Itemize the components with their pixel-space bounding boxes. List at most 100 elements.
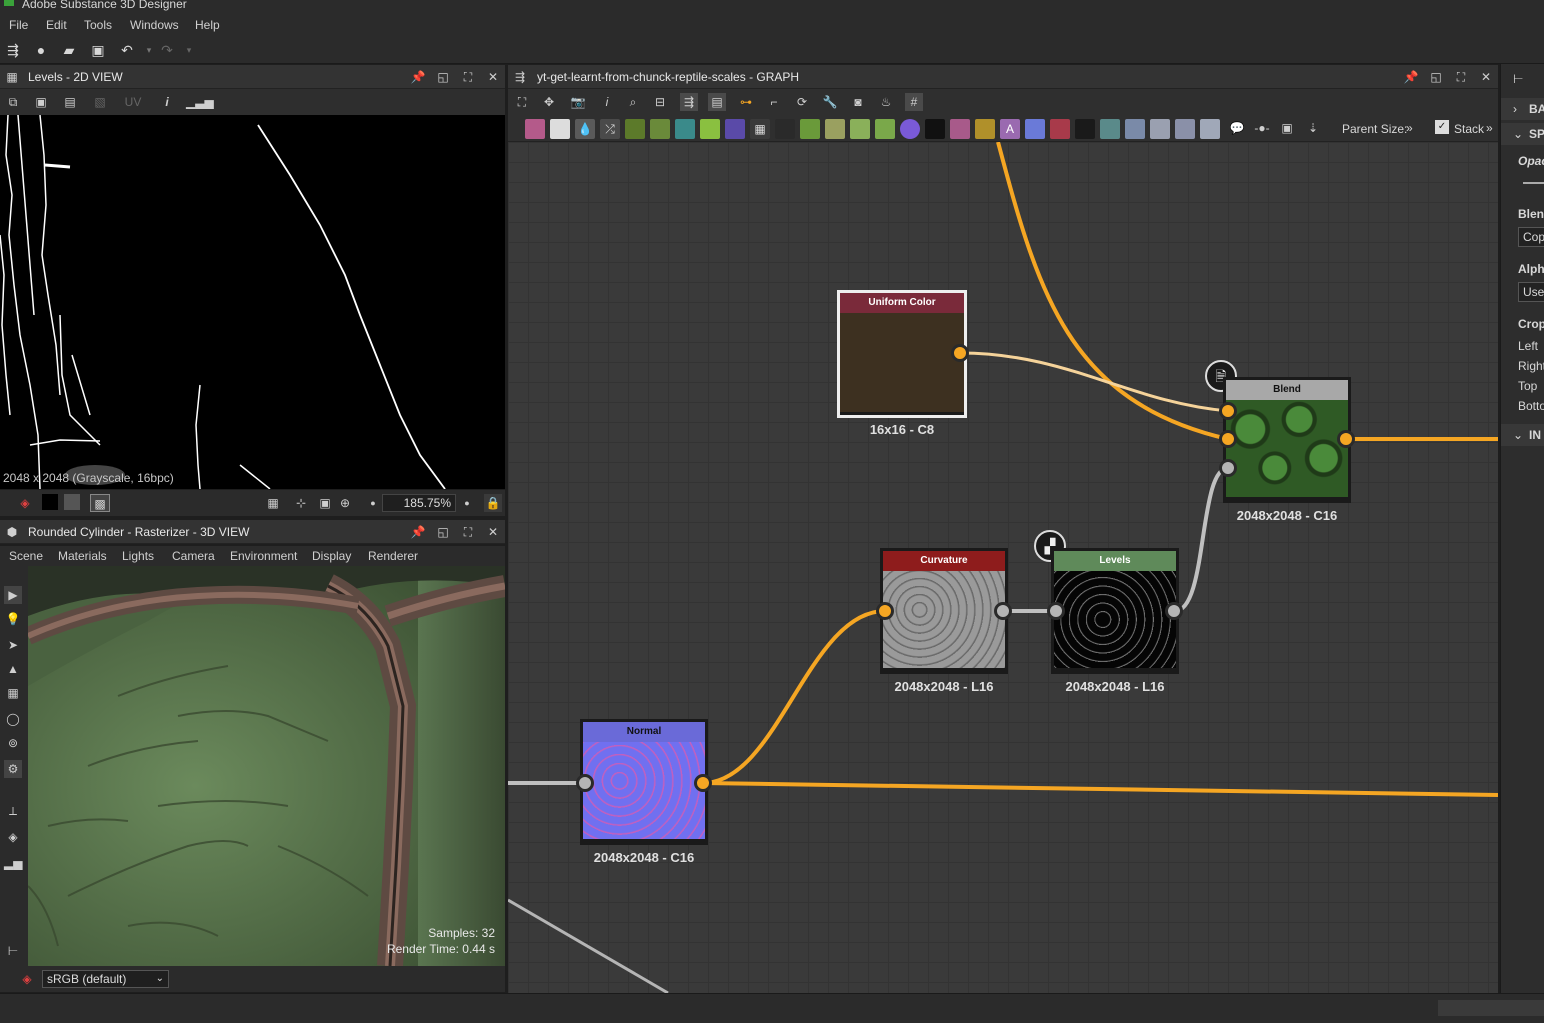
close-icon[interactable]: ✕ xyxy=(485,69,501,85)
layers-icon[interactable]: ◈ xyxy=(4,828,22,846)
menu-renderer[interactable]: Renderer xyxy=(368,549,418,563)
menu-scene[interactable]: Scene xyxy=(9,549,43,563)
view3d-canvas[interactable]: Samples: 32 Render Time: 0.44 s xyxy=(28,566,505,966)
sphere-icon[interactable]: ◯ xyxy=(4,710,22,728)
shape-atom-icon[interactable] xyxy=(975,119,995,139)
pixel-processor-icon[interactable] xyxy=(800,119,820,139)
comment-icon[interactable]: 💬 xyxy=(1228,119,1246,137)
redo-icon[interactable]: ↷ xyxy=(158,41,176,59)
lock-icon[interactable]: 🔒 xyxy=(484,494,502,512)
render-icon[interactable]: ▦ xyxy=(4,684,22,702)
frame-all-icon[interactable]: ⛶ xyxy=(513,93,531,111)
foreground-input-port[interactable] xyxy=(1219,402,1237,420)
menu-camera[interactable]: Camera xyxy=(172,549,215,563)
channels-icon[interactable]: ◈ xyxy=(16,494,34,512)
zoom-input[interactable]: 185.75% xyxy=(382,494,456,512)
grid-snap-icon[interactable]: # xyxy=(905,93,923,111)
pin-icon[interactable]: 📌 xyxy=(410,524,426,540)
maximize-icon[interactable]: ⛶ xyxy=(1453,69,1469,85)
emboss-atom-icon[interactable] xyxy=(950,119,970,139)
undo-dropdown-icon[interactable]: ▾ xyxy=(140,41,158,59)
menu-file[interactable]: File xyxy=(9,18,28,32)
mask-input-port[interactable] xyxy=(1219,459,1237,477)
menu-environment[interactable]: Environment xyxy=(230,549,297,563)
blend-mode-select[interactable]: Cop xyxy=(1518,227,1544,247)
node-blend[interactable]: Blend xyxy=(1223,377,1351,503)
curve-atom-icon[interactable] xyxy=(625,119,645,139)
input-port[interactable] xyxy=(576,774,594,792)
output-port[interactable] xyxy=(1165,602,1183,620)
settings-icon[interactable]: ⚙ xyxy=(4,760,22,778)
save-image-icon[interactable]: ▣ xyxy=(32,93,50,111)
rotate-light-icon[interactable]: ⊚ xyxy=(4,734,22,752)
comment-frame-icon[interactable]: ▤ xyxy=(708,93,726,111)
wire[interactable] xyxy=(702,609,886,785)
menu-materials[interactable]: Materials xyxy=(58,549,107,563)
search-icon[interactable]: ⌕ xyxy=(624,93,642,111)
pan-icon[interactable]: ✥ xyxy=(540,93,558,111)
wire[interactable] xyxy=(702,781,1498,797)
menu-tools[interactable]: Tools xyxy=(84,18,112,32)
graph-canvas[interactable]: Uniform Color 16x16 - C8 🗎 Blend 2048x20… xyxy=(508,142,1498,993)
display-icon[interactable]: ◙ xyxy=(849,93,867,111)
stack-checkbox[interactable]: ✓ xyxy=(1435,120,1449,134)
output-port[interactable] xyxy=(1337,430,1355,448)
zoom-in-icon[interactable]: ● xyxy=(458,494,476,512)
levels-atom-icon[interactable] xyxy=(875,119,895,139)
shuffle-atom-icon[interactable]: ⤮ xyxy=(600,119,620,139)
node-curvature[interactable]: Curvature xyxy=(880,548,1008,674)
colorspace-select[interactable]: sRGB (default) ⌄ xyxy=(42,970,169,988)
tiling-icon[interactable]: ▧ xyxy=(91,93,109,111)
connect-icon[interactable]: ⌐ xyxy=(765,93,783,111)
refresh-icon[interactable]: ⟳ xyxy=(793,93,811,111)
bitmap-atom-icon[interactable] xyxy=(525,119,545,139)
float-icon[interactable]: ◱ xyxy=(435,524,451,540)
input-color-icon[interactable] xyxy=(1125,119,1145,139)
fill-atom-icon[interactable] xyxy=(1050,119,1070,139)
input-port[interactable] xyxy=(1047,602,1065,620)
blur-atom-icon[interactable] xyxy=(725,119,745,139)
export-icon[interactable]: ▤ xyxy=(61,93,79,111)
pin-icon[interactable]: 📌 xyxy=(1403,69,1419,85)
menu-display[interactable]: Display xyxy=(312,549,351,563)
redo-dropdown-icon[interactable]: ▾ xyxy=(180,41,198,59)
noise-atom-icon[interactable] xyxy=(925,119,945,139)
output-port[interactable] xyxy=(994,602,1012,620)
grid-icon[interactable]: ▦ xyxy=(264,494,282,512)
maximize-icon[interactable]: ⛶ xyxy=(460,69,476,85)
axis-icon[interactable]: ⟂ xyxy=(4,802,22,820)
output-port[interactable] xyxy=(951,344,969,362)
text-atom-icon[interactable]: A xyxy=(1000,119,1020,139)
transform-atom-icon[interactable] xyxy=(675,119,695,139)
output-port[interactable] xyxy=(694,774,712,792)
node-uniform-color[interactable]: Uniform Color xyxy=(837,290,967,418)
menu-lights[interactable]: Lights xyxy=(122,549,154,563)
wire[interactable] xyxy=(996,142,1229,441)
pin-icon[interactable]: 📌 xyxy=(410,69,426,85)
opacity-slider[interactable] xyxy=(1523,182,1544,184)
maximize-icon[interactable]: ⛶ xyxy=(460,524,476,540)
gradient-map-atom-icon[interactable] xyxy=(650,119,670,139)
normal-atom-icon[interactable] xyxy=(1100,119,1120,139)
fxmap-atom-icon[interactable] xyxy=(775,119,795,139)
align-icon[interactable]: ⊟ xyxy=(651,93,669,111)
hsl-atom-icon[interactable] xyxy=(900,119,920,139)
menu-edit[interactable]: Edit xyxy=(46,18,67,32)
select-icon[interactable]: ➤ xyxy=(4,636,22,654)
info-icon[interactable]: i xyxy=(598,93,616,111)
dot-icon[interactable]: -●- xyxy=(1253,119,1271,137)
camera-icon[interactable]: ▶ xyxy=(4,586,22,604)
uv-toggle[interactable]: UV xyxy=(119,93,147,111)
drop-atom-icon[interactable]: 💧 xyxy=(575,119,595,139)
float-icon[interactable]: ◱ xyxy=(435,69,451,85)
cook-icon[interactable]: ♨ xyxy=(877,93,895,111)
black-bg-icon[interactable] xyxy=(42,494,58,510)
frame-icon[interactable]: ▣ xyxy=(1278,119,1296,137)
tree-icon[interactable]: ⊢ xyxy=(4,942,22,960)
fit-icon[interactable]: ▣ xyxy=(316,494,334,512)
link-icon[interactable]: ⊶ xyxy=(737,93,755,111)
chevron-right-icon[interactable]: » xyxy=(1486,121,1493,135)
section-header[interactable]: › BA xyxy=(1501,98,1544,120)
input-gray-icon[interactable] xyxy=(1150,119,1170,139)
alpha-select[interactable]: Use xyxy=(1518,282,1544,302)
